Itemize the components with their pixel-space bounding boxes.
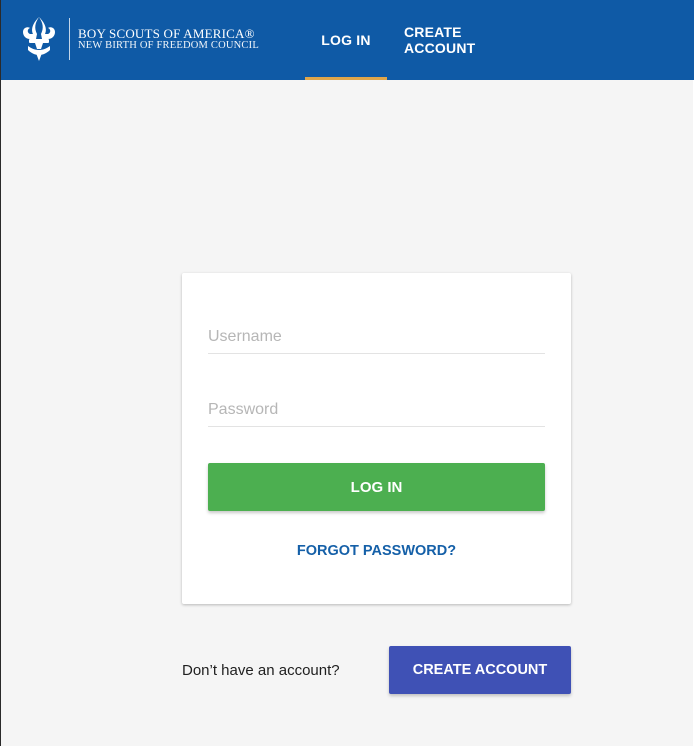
app-frame: BOY SCOUTS OF AMERICA® NEW BIRTH OF FREE… [0,0,694,746]
brand-text: BOY SCOUTS OF AMERICA® NEW BIRTH OF FREE… [78,27,259,52]
tab-create-account[interactable]: CREATE ACCOUNT [404,0,534,80]
fleur-de-lis-icon [23,17,55,61]
login-card: LOG IN FORGOT PASSWORD? [182,273,571,604]
password-input[interactable] [208,394,545,427]
log-in-button[interactable]: LOG IN [208,463,545,511]
create-account-button[interactable]: CREATE ACCOUNT [389,646,571,694]
signup-prompt: Don’t have an account? [182,661,340,679]
signup-row: Don’t have an account? CREATE ACCOUNT [1,646,694,694]
top-navigation-bar: BOY SCOUTS OF AMERICA® NEW BIRTH OF FREE… [1,0,694,80]
brand-divider [69,18,70,60]
username-input[interactable] [208,321,545,354]
brand[interactable]: BOY SCOUTS OF AMERICA® NEW BIRTH OF FREE… [19,13,259,65]
forgot-password-link[interactable]: FORGOT PASSWORD? [182,543,571,559]
council-name: NEW BIRTH OF FREEDOM COUNCIL [78,40,259,52]
brand-name: BOY SCOUTS OF AMERICA® [78,25,255,41]
active-tab-indicator [305,77,387,80]
tab-log-in[interactable]: LOG IN [305,0,387,80]
